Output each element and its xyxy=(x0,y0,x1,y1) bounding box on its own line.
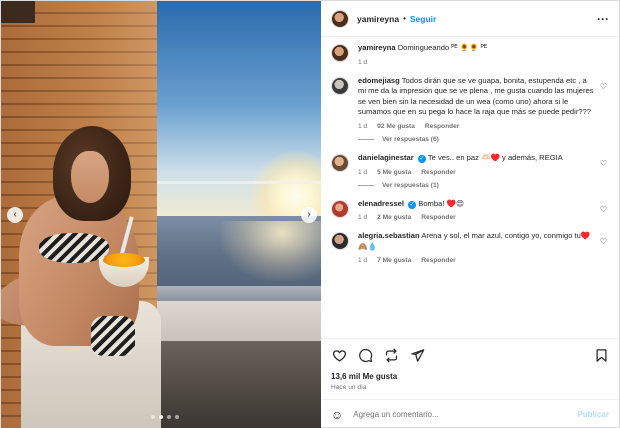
carousel-dot xyxy=(151,415,155,419)
photo-glass-railing xyxy=(157,181,321,184)
reply-button[interactable]: Responder xyxy=(421,214,455,221)
post-header: yamireyna • Seguir ··· xyxy=(321,1,619,37)
publish-button[interactable]: Publicar xyxy=(577,410,609,419)
post-dialog: ‹ › yamireyna • Seguir ··· yamireyna Dom… xyxy=(0,0,620,428)
heart-icon xyxy=(332,350,346,362)
photo-mango xyxy=(103,253,145,267)
previous-slide-button[interactable]: ‹ xyxy=(7,207,23,223)
header-separator: • xyxy=(403,14,406,23)
reply-button[interactable]: Responder xyxy=(421,169,455,176)
share-button[interactable] xyxy=(409,348,425,364)
like-comment-heart-icon[interactable]: ♡ xyxy=(600,237,607,246)
comment-username[interactable]: elenadressel xyxy=(358,199,404,208)
view-replies-label: Ver respuestas (6) xyxy=(382,135,439,143)
comment-likes[interactable]: 2 Me gusta xyxy=(377,214,411,221)
emoji-icon[interactable]: ☺ xyxy=(331,408,343,422)
reply-button[interactable]: Responder xyxy=(425,123,459,130)
chevron-left-icon: ‹ xyxy=(13,209,17,220)
comment-time: 1 d xyxy=(358,214,368,222)
verified-badge-icon: ✓ xyxy=(417,154,426,163)
carousel-indicator xyxy=(151,415,179,419)
comment-bubble-icon xyxy=(358,348,372,363)
replies-divider xyxy=(358,184,374,186)
comment-username[interactable]: danielaginestar xyxy=(358,153,414,162)
follow-button[interactable]: Seguir xyxy=(410,14,436,24)
comment-likes[interactable]: 92 Me gusta xyxy=(377,123,415,130)
save-button[interactable] xyxy=(593,348,609,364)
reply-button[interactable]: Responder xyxy=(421,257,455,264)
post-time: Hace un día xyxy=(331,384,367,391)
view-replies-button[interactable]: Ver respuestas (1) xyxy=(358,182,595,189)
like-comment-heart-icon[interactable]: ♡ xyxy=(600,205,607,214)
comment-time: 1 d xyxy=(358,257,368,265)
view-replies-button[interactable]: Ver respuestas (6) xyxy=(358,136,595,143)
comment-likes[interactable]: 7 Me gusta xyxy=(377,257,411,264)
carousel-dot xyxy=(167,415,171,419)
photo-sun-glint xyxy=(221,221,321,281)
replies-divider xyxy=(358,138,374,140)
like-button[interactable] xyxy=(331,348,347,364)
author-avatar[interactable] xyxy=(331,44,349,62)
comment-composer: ☺ Publicar xyxy=(321,399,619,428)
carousel-dot xyxy=(175,415,179,419)
comment-item: danielaginestar ✓ Te ves.. en paz 🫶🏻♥️ y… xyxy=(331,153,609,189)
commenter-avatar[interactable] xyxy=(331,232,349,251)
commenter-avatar[interactable] xyxy=(331,153,349,172)
comment-username[interactable]: edomejiasg xyxy=(358,76,400,85)
next-slide-button[interactable]: › xyxy=(301,207,317,223)
photo-figure-face xyxy=(71,151,109,203)
author-avatar[interactable] xyxy=(331,9,349,28)
likes-count[interactable]: 13,6 mil Me gusta xyxy=(321,372,619,381)
photo-lamp xyxy=(1,1,35,23)
more-options-icon[interactable]: ··· xyxy=(597,12,609,26)
comments-list[interactable]: yamireyna Domingueando ᴾᴱ 🌻🌻 ᴾᴱ 1 d edom… xyxy=(321,37,619,338)
send-icon xyxy=(410,349,424,362)
photo-bikini-bottom xyxy=(91,316,135,356)
comment-item: elenadressel ✓ Bomba! ♥️😍 1 d 2 Me gusta… xyxy=(331,198,609,222)
comment-input[interactable] xyxy=(353,410,578,419)
commenter-avatar[interactable] xyxy=(331,199,349,218)
comment-likes[interactable]: 5 Me gusta xyxy=(377,169,411,176)
comment-button[interactable] xyxy=(357,348,373,364)
commenter-avatar[interactable] xyxy=(331,76,349,95)
repost-button[interactable] xyxy=(383,348,399,364)
action-bar xyxy=(321,338,619,372)
caption-text: Domingueando ᴾᴱ 🌻🌻 ᴾᴱ xyxy=(397,43,488,52)
comment-item: edomejiasg Todos dirán que se ve guapa, … xyxy=(331,76,609,143)
author-username[interactable]: yamireyna xyxy=(357,14,399,24)
comment-username[interactable]: alegria.sebastian xyxy=(358,231,420,240)
view-replies-label: Ver respuestas (1) xyxy=(382,181,439,189)
like-comment-heart-icon[interactable]: ♡ xyxy=(600,159,607,168)
caption-username[interactable]: yamireyna xyxy=(358,43,396,52)
verified-badge-icon: ✓ xyxy=(408,200,417,209)
comment-text: Bomba! ♥️😍 xyxy=(418,198,464,208)
caption-time: 1 d xyxy=(358,58,368,66)
carousel-dot-active xyxy=(159,415,163,419)
caption: yamireyna Domingueando ᴾᴱ 🌻🌻 ᴾᴱ 1 d xyxy=(331,43,609,66)
bookmark-icon xyxy=(596,349,606,362)
comment-time: 1 d xyxy=(358,122,368,130)
post-photo[interactable]: ‹ › xyxy=(1,1,321,428)
comment-time: 1 d xyxy=(358,168,368,176)
chevron-right-icon: › xyxy=(307,209,311,220)
like-comment-heart-icon[interactable]: ♡ xyxy=(600,82,607,91)
post-side-panel: yamireyna • Seguir ··· yamireyna Domingu… xyxy=(321,1,619,428)
repost-icon xyxy=(385,348,397,363)
comment-text: Te ves.. en paz 🫶🏻♥️ y además, REGIA xyxy=(427,152,563,162)
comment-item: alegria.sebastian Arena y sol, el mar az… xyxy=(331,231,609,264)
